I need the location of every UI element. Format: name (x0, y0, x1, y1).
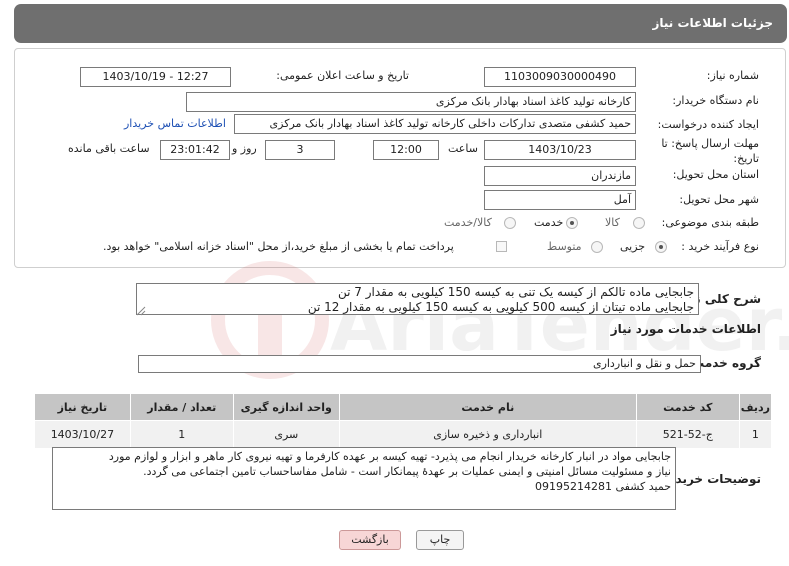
category-goods-label: کالا (605, 216, 620, 229)
summary-line-2: جابجایی ماده تیتان از کیسه 500 کیلویی به… (307, 300, 694, 314)
resize-handle-icon[interactable] (136, 306, 146, 316)
cell-date: 1403/10/27 (34, 420, 131, 449)
process-radio-minor[interactable] (655, 241, 667, 253)
page-title: جزئیات اطلاعات نیاز (652, 16, 773, 30)
remaining-time-field[interactable]: 23:01:42 (160, 140, 230, 160)
category-radio-goods[interactable] (633, 217, 645, 229)
process-minor-label: جزیی (620, 240, 646, 253)
process-medium-label: متوسط (547, 240, 582, 253)
process-radio-medium[interactable] (591, 241, 603, 253)
col-code: کد خدمت (635, 393, 740, 421)
cell-code: ج-52-521 (635, 420, 740, 449)
city-field[interactable]: آمل (484, 190, 636, 210)
col-row: ردیف (738, 393, 773, 421)
table-row: 1 ج-52-521 انبارداری و ذخیره سازی سری 1 … (34, 420, 773, 449)
services-section-title: اطلاعات خدمات مورد نیاز (610, 322, 761, 336)
cell-qty: 1 (129, 420, 234, 449)
deadline-label: مهلت ارسال پاسخ: تا تاریخ: (661, 137, 759, 165)
summary-textarea[interactable]: جابجایی ماده تالکم از کیسه یک تنی به کیس… (136, 283, 699, 315)
services-table: ردیف کد خدمت نام خدمت واحد اندازه گیری ت… (34, 393, 773, 449)
buyer-org-field[interactable]: کارخانه تولید کاغذ اسناد بهادار بانک مرک… (186, 92, 636, 112)
province-label: استان محل تحویل: (672, 168, 759, 181)
buyer-desc-textarea[interactable]: جابجایی مواد در انبار کارخانه خریدار انج… (52, 447, 676, 510)
col-name: نام خدمت (338, 393, 637, 421)
col-date: تاریخ نیاز (34, 393, 131, 421)
category-label: طبقه بندی موضوعی: (661, 216, 759, 229)
buyer-contact-link[interactable]: اطلاعات تماس خریدار (124, 117, 226, 130)
buyer-desc-line-3: حمید کشفی 09195214281 (534, 480, 671, 493)
col-unit: واحد اندازه گیری (232, 393, 340, 421)
treasury-checkbox[interactable] (496, 241, 507, 252)
category-radio-service[interactable] (566, 217, 578, 229)
page-title-bar: جزئیات اطلاعات نیاز (14, 4, 787, 43)
buyer-org-label: نام دستگاه خریدار: (672, 94, 759, 107)
cell-unit: سری (232, 420, 340, 449)
deadline-time-field[interactable]: 12:00 (373, 140, 439, 160)
days-label: روز و (232, 142, 257, 155)
city-label: شهر محل تحویل: (679, 193, 759, 206)
buyer-desc-line-1: جابجایی مواد در انبار کارخانه خریدار انج… (108, 450, 671, 463)
requester-field[interactable]: حمید کشفی متصدی تدارکات داخلی کارخانه تو… (234, 114, 636, 134)
days-field[interactable]: 3 (265, 140, 335, 160)
service-group-field[interactable]: حمل و نقل و انبارداری (138, 355, 701, 373)
treasury-note: پرداخت تمام یا بخشی از مبلغ خرید،از محل … (103, 240, 454, 253)
process-label: نوع فرآیند خرید : (681, 240, 759, 253)
deadline-date-field[interactable]: 1403/10/23 (484, 140, 636, 160)
announce-label: تاریخ و ساعت اعلان عمومی: (276, 69, 409, 82)
announce-field[interactable]: 1403/10/19 - 12:27 (80, 67, 231, 87)
table-header-row: ردیف کد خدمت نام خدمت واحد اندازه گیری ت… (34, 393, 773, 421)
back-button[interactable]: بازگشت (339, 530, 401, 550)
buyer-desc-line-2: نیاز و مسئولیت مسائل امنیتی و ایمنی عملی… (143, 465, 671, 478)
category-goods-service-label: کالا/خدمت (444, 216, 492, 229)
remaining-label: ساعت باقی مانده (68, 142, 150, 155)
category-radio-goods-service[interactable] (504, 217, 516, 229)
deadline-time-label: ساعت (448, 142, 478, 155)
requester-label: ایجاد کننده درخواست: (657, 118, 759, 131)
category-service-label: خدمت (534, 216, 564, 229)
summary-line-1: جابجایی ماده تالکم از کیسه یک تنی به کیس… (337, 285, 694, 299)
cell-row: 1 (738, 420, 773, 449)
need-number-field[interactable]: 1103009030000490 (484, 67, 636, 87)
cell-name: انبارداری و ذخیره سازی (338, 420, 637, 449)
col-qty: تعداد / مقدار (129, 393, 234, 421)
print-button[interactable]: چاپ (416, 530, 464, 550)
province-field[interactable]: مازندران (484, 166, 636, 186)
need-number-label: شماره نیاز: (706, 69, 759, 82)
